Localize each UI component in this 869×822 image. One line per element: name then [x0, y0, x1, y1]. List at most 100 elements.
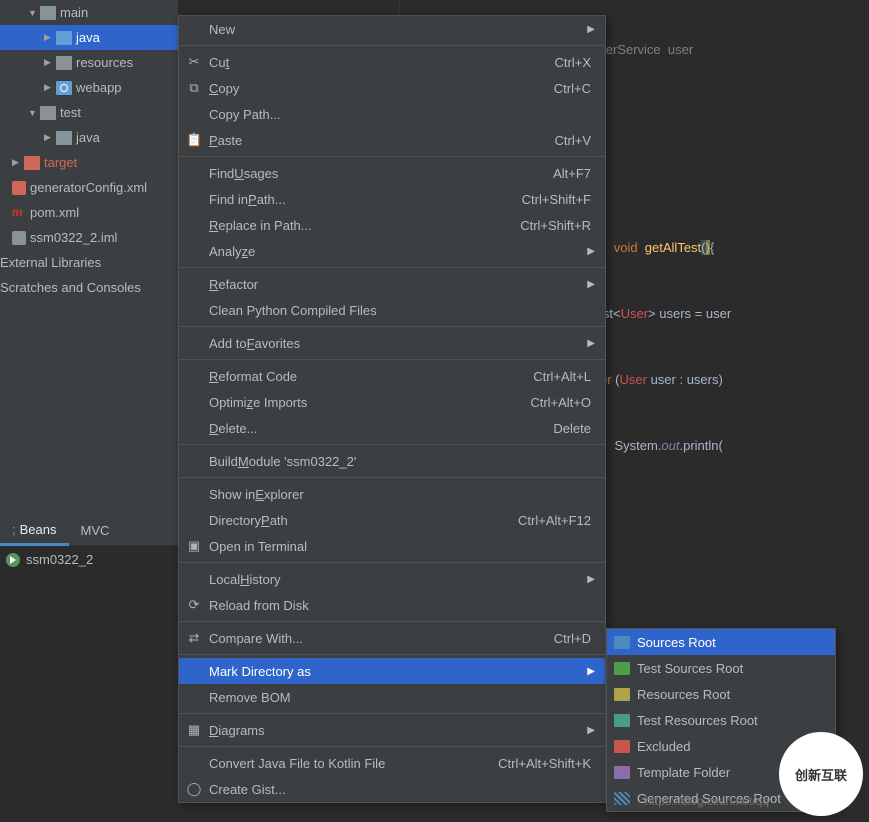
code-type: User: [621, 306, 648, 321]
chevron-right-icon: ▶: [44, 132, 54, 143]
project-tree: ▼main ▶java ▶resources ▶webapp ▼test ▶ja…: [0, 0, 178, 540]
menu-delete[interactable]: Delete...Delete: [179, 415, 605, 441]
tree-item-test[interactable]: ▼test: [0, 100, 178, 125]
menu-analyze[interactable]: Analyze▶: [179, 238, 605, 264]
menu-replace-in-path[interactable]: Replace in Path...Ctrl+Shift+R: [179, 212, 605, 238]
menu-copy[interactable]: ⧉CopyCtrl+C: [179, 75, 605, 101]
github-icon: ◯: [186, 781, 202, 797]
folder-icon: [56, 131, 72, 145]
menu-find-usages[interactable]: Find UsagesAlt+F7: [179, 160, 605, 186]
terminal-icon: ▣: [186, 538, 202, 554]
cut-icon: ✂: [186, 54, 202, 70]
code-type: User: [620, 372, 647, 387]
menu-separator: [179, 359, 605, 360]
menu-show-explorer[interactable]: Show in Explorer: [179, 481, 605, 507]
paste-icon: 📋: [186, 132, 202, 148]
menu-mark-directory-as[interactable]: Mark Directory as▶: [179, 658, 605, 684]
reload-icon: ⟳: [186, 597, 202, 613]
tree-label: generatorConfig.xml: [30, 180, 147, 195]
tree-item-iml[interactable]: ssm0322_2.iml: [0, 225, 178, 250]
menu-diagrams[interactable]: ▦Diagrams▶: [179, 717, 605, 743]
menu-clean-python[interactable]: Clean Python Compiled Files: [179, 297, 605, 323]
folder-icon: [56, 31, 72, 45]
code-field: out: [661, 438, 679, 453]
template-folder-icon: [614, 766, 630, 779]
submenu-test-resources-root[interactable]: Test Resources Root: [607, 707, 835, 733]
tree-item-generatorconfig[interactable]: generatorConfig.xml: [0, 175, 178, 200]
tree-item-external-libraries[interactable]: External Libraries: [0, 250, 178, 275]
sources-folder-icon: [614, 636, 630, 649]
folder-icon: [56, 56, 72, 70]
menu-find-in-path[interactable]: Find in Path...Ctrl+Shift+F: [179, 186, 605, 212]
menu-cut[interactable]: ✂CutCtrl+X: [179, 49, 605, 75]
submenu-resources-root[interactable]: Resources Root: [607, 681, 835, 707]
tree-item-java[interactable]: ▶java: [0, 25, 178, 50]
menu-separator: [179, 562, 605, 563]
menu-convert-kotlin[interactable]: Convert Java File to Kotlin FileCtrl+Alt…: [179, 750, 605, 776]
submenu-arrow-icon: ▶: [587, 725, 595, 736]
tree-item-main[interactable]: ▼main: [0, 0, 178, 25]
tree-item-resources[interactable]: ▶resources: [0, 50, 178, 75]
code-text: System.: [600, 438, 661, 453]
menu-paste[interactable]: 📋PasteCtrl+V: [179, 127, 605, 153]
xml-file-icon: [12, 181, 26, 195]
submenu-arrow-icon: ▶: [587, 666, 595, 677]
tree-item-webapp[interactable]: ▶webapp: [0, 75, 178, 100]
generated-folder-icon: [614, 792, 630, 805]
tree-item-java2[interactable]: ▶java: [0, 125, 178, 150]
tab-beans[interactable]: ;Beans: [0, 516, 69, 546]
chevron-down-icon: ▼: [28, 108, 38, 118]
watermark-logo: 创新互联: [779, 732, 863, 816]
tree-item-target[interactable]: ▶target: [0, 150, 178, 175]
menu-separator: [179, 621, 605, 622]
menu-local-history[interactable]: Local History▶: [179, 566, 605, 592]
menu-directory-path[interactable]: Directory PathCtrl+Alt+F12: [179, 507, 605, 533]
menu-reload-disk[interactable]: ⟳Reload from Disk: [179, 592, 605, 618]
menu-separator: [179, 477, 605, 478]
excluded-folder-icon: [614, 740, 630, 753]
menu-separator: [179, 444, 605, 445]
compare-icon: ⇄: [186, 630, 202, 646]
menu-new[interactable]: New▶: [179, 16, 605, 42]
code-keyword: c void: [600, 240, 645, 255]
menu-optimize-imports[interactable]: Optimize ImportsCtrl+Alt+O: [179, 389, 605, 415]
menu-create-gist[interactable]: ◯Create Gist...: [179, 776, 605, 802]
copy-icon: ⧉: [186, 80, 202, 96]
submenu-sources-root[interactable]: Sources Root: [607, 629, 835, 655]
menu-reformat-code[interactable]: Reformat CodeCtrl+Alt+L: [179, 363, 605, 389]
bottom-tab-bar: ;Beans MVC: [0, 516, 178, 546]
menu-separator: [179, 45, 605, 46]
menu-refactor[interactable]: Refactor▶: [179, 271, 605, 297]
run-config-label: ssm0322_2: [26, 552, 93, 567]
menu-build-module[interactable]: Build Module 'ssm0322_2': [179, 448, 605, 474]
submenu-arrow-icon: ▶: [587, 24, 595, 35]
chevron-right-icon: ▶: [44, 82, 54, 93]
folder-icon: [40, 6, 56, 20]
tree-item-scratches[interactable]: Scratches and Consoles: [0, 275, 178, 300]
menu-compare-with[interactable]: ⇄Compare With...Ctrl+D: [179, 625, 605, 651]
run-config-item[interactable]: ssm0322_2: [0, 548, 178, 571]
tab-mvc[interactable]: MVC: [69, 517, 122, 544]
menu-separator: [179, 326, 605, 327]
context-menu: New▶ ✂CutCtrl+X ⧉CopyCtrl+C Copy Path...…: [178, 15, 606, 803]
menu-remove-bom[interactable]: Remove BOM: [179, 684, 605, 710]
tree-label: main: [60, 5, 88, 20]
tree-label: External Libraries: [0, 255, 101, 270]
code-text: user : users): [647, 372, 723, 387]
tree-label: resources: [76, 55, 133, 70]
code-method: getAllTest: [645, 240, 701, 255]
web-folder-icon: [56, 81, 72, 95]
tree-item-pom[interactable]: mpom.xml: [0, 200, 178, 225]
submenu-test-sources-root[interactable]: Test Sources Root: [607, 655, 835, 681]
test-sources-folder-icon: [614, 662, 630, 675]
code-brace: {: [710, 240, 714, 255]
diagram-icon: ▦: [186, 722, 202, 738]
maven-icon: m: [12, 206, 26, 220]
tree-label: java: [76, 30, 100, 45]
tree-label: ssm0322_2.iml: [30, 230, 117, 245]
folder-icon: [24, 156, 40, 170]
code-text: > users = user: [648, 306, 731, 321]
menu-add-favorites[interactable]: Add to Favorites▶: [179, 330, 605, 356]
menu-open-terminal[interactable]: ▣Open in Terminal: [179, 533, 605, 559]
menu-copy-path[interactable]: Copy Path...: [179, 101, 605, 127]
